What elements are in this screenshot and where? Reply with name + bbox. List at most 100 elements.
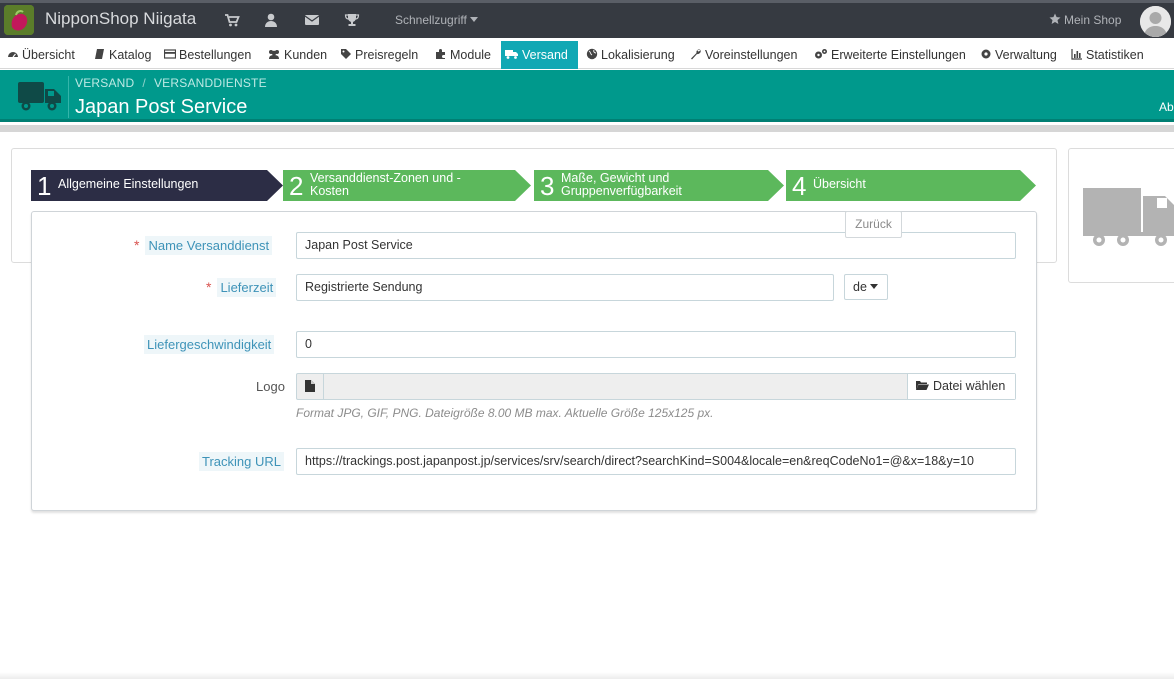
step-label: Allgemeine Einstellungen	[58, 177, 199, 191]
step-label: Maße, Gewicht und Gruppenverfügbarkeit	[561, 172, 682, 198]
step-label-line: Kosten	[310, 184, 349, 198]
language-label: de	[853, 280, 867, 294]
language-dropdown[interactable]: de	[844, 274, 888, 300]
carrier-name-input[interactable]: Japan Post Service	[296, 232, 1016, 259]
nav-label: Voreinstellungen	[705, 48, 798, 62]
speed-label: Liefergeschwindigkeit	[144, 335, 275, 354]
file-icon	[297, 374, 324, 399]
logo-file-field[interactable]: Datei wählen	[296, 373, 1016, 400]
cog-icon	[981, 49, 991, 59]
user-icon[interactable]	[263, 12, 279, 28]
star-icon	[1049, 13, 1061, 24]
nav-item-overview[interactable]: Übersicht	[3, 41, 79, 69]
step-number: 3	[540, 171, 555, 201]
tag-icon	[341, 49, 351, 59]
nav-label: Kunden	[284, 48, 328, 62]
logo-help-text: Format JPG, GIF, PNG. Dateigröße 8.00 MB…	[296, 406, 714, 420]
wizard-step-3[interactable]: 3 Maße, Gewicht und Gruppenverfügbarkeit	[534, 170, 784, 201]
my-shop-label: Mein Shop	[1064, 13, 1122, 27]
step-number: 2	[289, 171, 304, 201]
delivery-time-input[interactable]: Registrierte Sendung	[296, 274, 834, 301]
tracking-url-label: Tracking URL	[199, 452, 284, 471]
avatar[interactable]	[1140, 6, 1171, 37]
step-label: Übersicht	[813, 177, 866, 191]
cart-icon[interactable]	[224, 12, 240, 28]
nav-label: Bestellungen	[179, 48, 252, 62]
nav-item-price-rules[interactable]: Preisregeln	[336, 41, 422, 69]
name-label: * Name Versanddienst	[134, 236, 273, 255]
logo-label: Logo	[256, 379, 285, 394]
nav-label: Lokalisierung	[601, 48, 675, 62]
nav-label: Erweiterte Einstellungen	[831, 48, 966, 62]
tracking-url-label-text: Tracking URL	[199, 452, 284, 471]
breadcrumb-item[interactable]: VERSAND	[75, 76, 134, 90]
header-divider	[68, 76, 69, 118]
page-header: VERSAND / VERSANDDIENSTE Japan Post Servic…	[0, 70, 1174, 122]
step-label: Versanddienst-Zonen und - Kosten	[310, 172, 461, 198]
nav-item-advanced-settings[interactable]: Erweiterte Einstellungen	[810, 41, 970, 69]
page-bottom-shadow	[0, 672, 1174, 679]
nav-item-administration[interactable]: Verwaltung	[976, 41, 1061, 69]
nav-label: Module	[450, 48, 491, 62]
chevron-down-icon	[469, 17, 478, 22]
step-label-line: Versanddienst-Zonen und -	[310, 171, 461, 185]
shop-name[interactable]: NipponShop Niigata	[45, 9, 196, 29]
folder-open-icon	[916, 381, 929, 390]
name-label-text: Name Versanddienst	[145, 236, 273, 255]
quick-access-label: Schnellzugriff	[395, 13, 467, 27]
wizard-step-4[interactable]: 4 Übersicht	[786, 170, 1036, 201]
nav-label: Katalog	[109, 48, 152, 62]
nav-label: Versand	[522, 48, 568, 62]
back-button[interactable]: Zurück	[845, 211, 902, 238]
header-shadow-bar	[0, 125, 1174, 132]
nav-label: Preisregeln	[355, 48, 419, 62]
nav-item-localization[interactable]: Lokalisierung	[582, 41, 679, 69]
users-icon	[269, 50, 279, 59]
quick-access-dropdown[interactable]: Schnellzugriff	[395, 13, 478, 27]
nav-item-preferences[interactable]: Voreinstellungen	[686, 41, 801, 69]
nav-item-catalog[interactable]: Katalog	[90, 41, 155, 69]
dashboard-icon	[8, 52, 18, 58]
trophy-icon[interactable]	[344, 12, 360, 28]
main-nav: Übersicht Katalog Bestellungen Kunden Pr…	[0, 38, 1174, 69]
truck-icon	[505, 50, 518, 59]
choose-file-label: Datei wählen	[933, 379, 1006, 393]
nav-item-customers[interactable]: Kunden	[263, 41, 331, 69]
step-number: 4	[792, 171, 807, 201]
step-label-line: Gruppenverfügbarkeit	[561, 184, 682, 198]
cogs-icon	[815, 49, 827, 59]
required-asterisk: *	[134, 237, 140, 253]
shop-logo[interactable]	[4, 5, 34, 35]
bar-chart-icon	[1071, 49, 1082, 60]
delivery-time-label-text: Lieferzeit	[217, 278, 277, 297]
chevron-down-icon	[869, 284, 878, 289]
choose-file-button[interactable]: Datei wählen	[907, 374, 1015, 399]
nav-label: Verwaltung	[995, 48, 1057, 62]
step-number: 1	[37, 171, 52, 201]
speed-label-text: Liefergeschwindigkeit	[144, 335, 275, 354]
carrier-logo-preview	[1068, 148, 1174, 283]
top-bar: NipponShop Niigata Schnellzugriff Mein S…	[0, 0, 1174, 38]
breadcrumb: VERSAND / VERSANDDIENSTE	[75, 76, 267, 90]
puzzle-icon	[436, 49, 445, 59]
header-right-text[interactable]: Ab	[1159, 100, 1174, 114]
speed-grade-input[interactable]: 0	[296, 331, 1016, 358]
truck-icon	[18, 79, 62, 113]
nav-item-orders[interactable]: Bestellungen	[160, 41, 255, 69]
nav-label: Übersicht	[22, 48, 75, 62]
nav-item-modules[interactable]: Module	[431, 41, 495, 69]
nav-label: Statistiken	[1086, 48, 1144, 62]
truck-icon	[1083, 188, 1174, 246]
delivery-time-label: * Lieferzeit	[206, 278, 277, 297]
nav-item-statistics[interactable]: Statistiken	[1067, 41, 1148, 69]
envelope-icon[interactable]	[304, 12, 320, 28]
my-shop-link[interactable]: Mein Shop	[1049, 13, 1121, 27]
wizard-step-2[interactable]: 2 Versanddienst-Zonen und - Kosten	[283, 170, 531, 201]
credit-card-icon	[163, 49, 177, 59]
nav-item-shipping[interactable]: Versand	[501, 41, 578, 69]
globe-icon	[586, 48, 598, 60]
tracking-url-input[interactable]: https://trackings.post.japanpost.jp/serv…	[296, 448, 1016, 475]
wizard-step-1[interactable]: 1 Allgemeine Einstellungen	[31, 170, 283, 201]
book-icon	[95, 49, 104, 59]
breadcrumb-item[interactable]: VERSANDDIENSTE	[154, 76, 267, 90]
